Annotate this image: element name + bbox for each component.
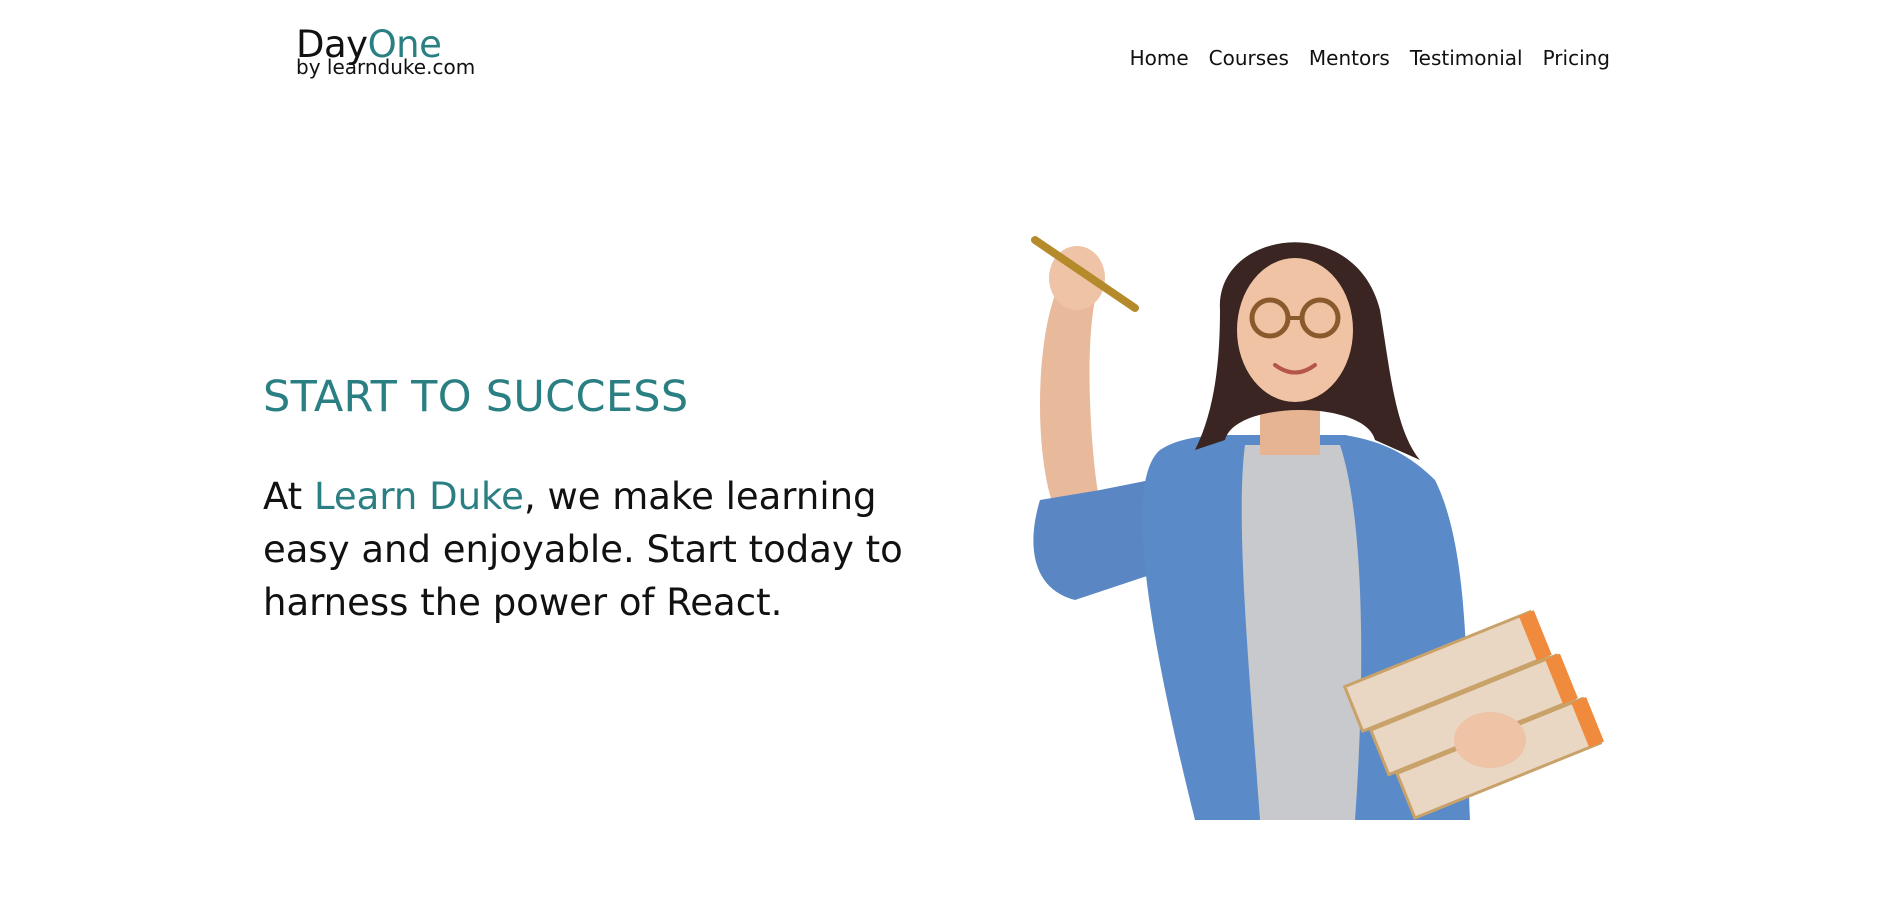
brand-logo[interactable]: DayOne by learnduke.com: [296, 26, 475, 77]
hero-kicker: START TO SUCCESS: [263, 372, 689, 422]
landing-page: DayOne by learnduke.com Home Courses Men…: [0, 0, 1885, 912]
nav-courses[interactable]: Courses: [1209, 46, 1289, 70]
student-illustration: [1031, 236, 1605, 820]
book-hand: [1454, 712, 1526, 768]
main-nav: Home Courses Mentors Testimonial Pricing: [1130, 46, 1610, 70]
hero-brand-name: Learn Duke: [313, 475, 524, 518]
nav-testimonial[interactable]: Testimonial: [1410, 46, 1523, 70]
hero-text-pre: At: [263, 475, 314, 518]
grey-shirt: [1241, 445, 1362, 820]
raised-arm: [1040, 295, 1100, 510]
nav-home[interactable]: Home: [1130, 46, 1189, 70]
logo-tagline: by learnduke.com: [296, 55, 476, 79]
hero-description: At Learn Duke, we make learning easy and…: [263, 470, 953, 629]
nav-pricing[interactable]: Pricing: [1543, 46, 1610, 70]
nav-mentors[interactable]: Mentors: [1309, 46, 1390, 70]
